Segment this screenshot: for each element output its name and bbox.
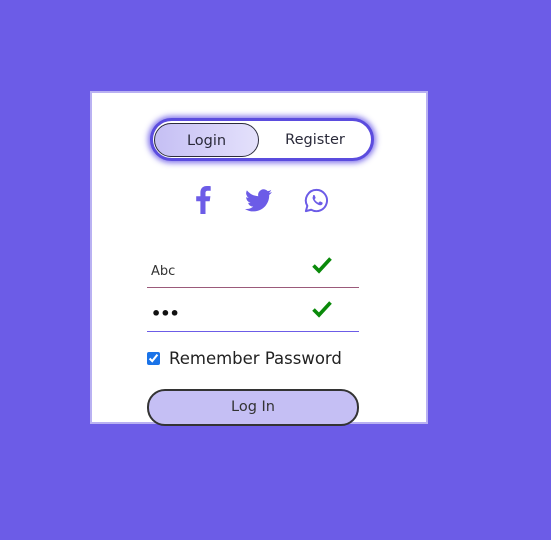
auth-toggle: Login Register <box>150 118 374 161</box>
password-input[interactable] <box>151 302 301 324</box>
username-field <box>147 248 359 288</box>
login-card: Login Register Remember Password Log In <box>90 91 428 426</box>
check-icon <box>312 257 332 274</box>
username-input[interactable] <box>151 260 301 282</box>
whatsapp-icon[interactable] <box>301 185 331 215</box>
check-icon <box>312 301 332 318</box>
tab-login[interactable]: Login <box>154 123 259 157</box>
login-button[interactable]: Log In <box>147 389 359 426</box>
facebook-icon[interactable] <box>188 185 218 215</box>
tab-register[interactable]: Register <box>265 123 365 157</box>
password-field <box>147 292 359 332</box>
remember-row: Remember Password <box>147 347 342 369</box>
twitter-icon[interactable] <box>243 185 273 215</box>
remember-label: Remember Password <box>169 348 342 368</box>
remember-checkbox[interactable] <box>147 351 160 365</box>
